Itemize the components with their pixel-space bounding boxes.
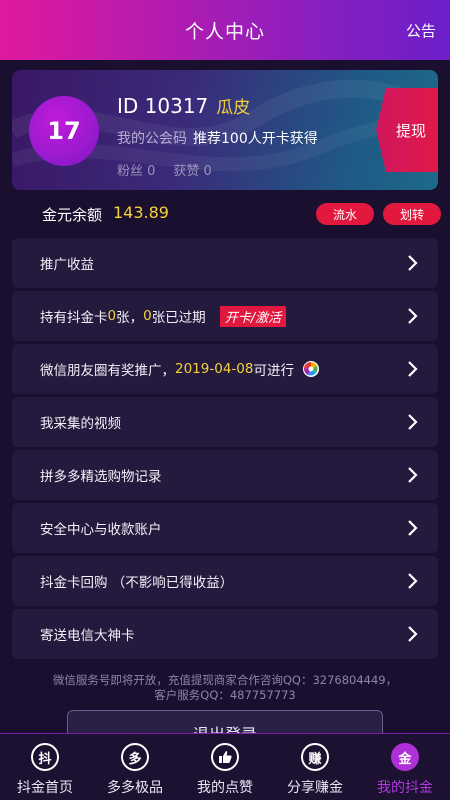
menu-item-moments-promo[interactable]: 微信朋友圈有奖推广， 2019-04-08 可进行 — [12, 344, 438, 394]
card-mid: 张， — [116, 310, 144, 326]
menu-list: 推广收益 持有抖金卡 0 张， 0 张已过期 开卡/激活 微信朋友圈有奖推广， … — [12, 238, 438, 662]
chevron-right-icon — [408, 467, 418, 483]
chevron-right-icon — [408, 308, 418, 324]
service-notice-line2: 客户服务QQ：487757773 — [154, 688, 296, 702]
menu-item-buyback[interactable]: 抖金卡回购 （不影响已得收益） — [12, 556, 438, 606]
chevron-right-icon — [408, 573, 418, 589]
balance-value: 143.89 — [113, 203, 169, 222]
moments-wheel-icon — [302, 361, 319, 377]
menu-item-promo-income[interactable]: 推广收益 — [12, 238, 438, 288]
menu-item-label: 安全中心与收款账户 — [40, 522, 162, 538]
notice-link[interactable]: 公告 — [406, 20, 436, 41]
menu-item-label: 拼多多精选购物记录 — [40, 469, 162, 485]
service-notice: 微信服务号即将开放，充值提现商家合作咨询QQ：3276804449， 客户服务Q… — [0, 673, 450, 703]
menu-item-videos[interactable]: 我采集的视频 — [12, 397, 438, 447]
menu-item-pdd-records[interactable]: 拼多多精选购物记录 — [12, 450, 438, 500]
moments-date: 2019-04-08 — [175, 361, 254, 377]
menu-item-label: 抖金卡回购 （不影响已得收益） — [40, 575, 234, 591]
moments-prefix: 微信朋友圈有奖推广， — [40, 363, 175, 379]
card-suffix: 张已过期 — [151, 310, 206, 326]
menu-item-telecom-card[interactable]: 寄送电信大神卡 — [12, 609, 438, 659]
tab-label: 多多极品 — [107, 780, 163, 796]
mine-tab-icon: 金 — [391, 743, 419, 771]
flow-button[interactable]: 流水 — [316, 203, 374, 225]
guild-code-label: 我的公会码 — [117, 131, 187, 147]
transfer-button[interactable]: 划转 — [383, 203, 441, 225]
user-id: ID 10317 — [117, 94, 209, 118]
open-card-button[interactable]: 开卡/激活 — [219, 305, 287, 327]
balance-label: 金元余额 — [42, 206, 103, 224]
card-prefix: 持有抖金卡 — [40, 310, 108, 326]
likes-count: 获赞 0 — [173, 164, 212, 179]
moments-suffix: 可进行 — [253, 363, 294, 379]
tab-share[interactable]: 赚 分享赚金 — [270, 734, 360, 800]
guild-code-row: 我的公会码 推荐100人开卡获得 — [117, 128, 318, 148]
thumbs-up-icon — [211, 743, 239, 771]
card-count: 0 — [107, 308, 117, 324]
chevron-right-icon — [408, 255, 418, 271]
fans-count: 粉丝 0 — [117, 164, 156, 179]
menu-item-security[interactable]: 安全中心与收款账户 — [12, 503, 438, 553]
menu-item-label: 寄送电信大神卡 — [40, 628, 135, 644]
bottom-tab-bar: 抖 抖金首页 多 多多极品 我的点赞 赚 分享赚金 金 我的抖金 — [0, 733, 450, 800]
chevron-right-icon — [408, 626, 418, 642]
tab-home[interactable]: 抖 抖金首页 — [0, 734, 90, 800]
profile-card: 17 ID 10317 瓜皮 我的公会码 推荐100人开卡获得 粉丝 0 获赞 … — [12, 70, 438, 190]
card-expired-count: 0 — [143, 308, 152, 324]
chevron-right-icon — [408, 414, 418, 430]
deals-tab-icon: 多 — [121, 743, 149, 771]
tab-label: 分享赚金 — [287, 780, 343, 796]
user-nickname: 瓜皮 — [216, 98, 251, 118]
withdraw-button[interactable]: 提现 — [376, 88, 438, 172]
level-badge: 17 — [29, 96, 99, 166]
chevron-right-icon — [408, 361, 418, 377]
top-header: 个人中心 公告 — [0, 0, 450, 60]
menu-item-label: 推广收益 — [40, 257, 94, 273]
tab-likes[interactable]: 我的点赞 — [180, 734, 270, 800]
chevron-right-icon — [408, 520, 418, 536]
share-tab-icon: 赚 — [301, 743, 329, 771]
tab-label: 抖金首页 — [17, 780, 73, 796]
user-stats: 粉丝 0 获赞 0 — [117, 160, 230, 179]
menu-item-label: 我采集的视频 — [40, 416, 121, 432]
tab-deals[interactable]: 多 多多极品 — [90, 734, 180, 800]
user-id-row: ID 10317 瓜皮 — [117, 93, 250, 118]
balance-row: 金元余额 143.89 流水 划转 — [0, 200, 450, 228]
guild-code-value: 推荐100人开卡获得 — [193, 131, 318, 147]
tab-mine[interactable]: 金 我的抖金 — [360, 734, 450, 800]
home-tab-icon: 抖 — [31, 743, 59, 771]
page-title: 个人中心 — [184, 20, 265, 43]
menu-item-card-holding[interactable]: 持有抖金卡 0 张， 0 张已过期 开卡/激活 — [12, 291, 438, 341]
tab-label: 我的抖金 — [377, 780, 433, 796]
service-notice-line1: 微信服务号即将开放，充值提现商家合作咨询QQ：3276804449， — [52, 673, 398, 687]
tab-label: 我的点赞 — [197, 780, 253, 796]
